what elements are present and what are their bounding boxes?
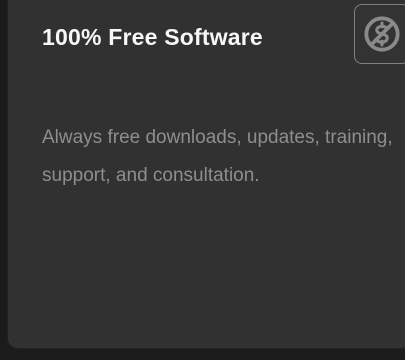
no-money-icon <box>364 16 400 52</box>
card-description: Always free downloads, updates, training… <box>42 127 393 186</box>
feature-card: 100% Free Software Always free downloads… <box>8 0 405 348</box>
no-money-icon-box <box>354 4 405 64</box>
card-title: 100% Free Software <box>42 24 263 50</box>
